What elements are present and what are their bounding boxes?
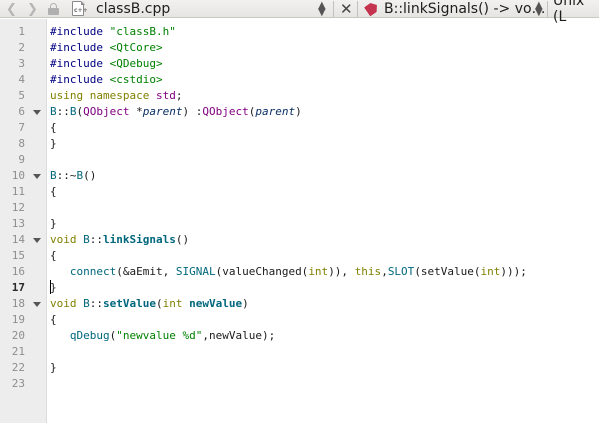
code-line[interactable]: }: [50, 280, 527, 296]
code-line[interactable]: [50, 344, 527, 360]
code-line[interactable]: void B::setValue(int newValue): [50, 296, 527, 312]
toolbar-separator: [547, 1, 548, 17]
code-line[interactable]: connect(&aEmit, SIGNAL(valueChanged(int)…: [50, 264, 527, 280]
toolbar-separator: [333, 1, 334, 17]
close-icon: ✕: [340, 0, 353, 18]
code-line[interactable]: #include <QDebug>: [50, 56, 527, 72]
line-ending-label: Unix (L: [553, 0, 585, 25]
code-line[interactable]: void B::linkSignals(): [50, 232, 527, 248]
toolbar-separator: [357, 1, 358, 17]
line-number: 8: [18, 137, 25, 150]
code-line[interactable]: #include <cstdio>: [50, 72, 527, 88]
line-number-current: 17: [11, 281, 25, 294]
symbol-navigation-combo[interactable]: B::linkSignals() -> vo…: [384, 0, 546, 18]
line-number: 4: [18, 73, 25, 86]
line-ending-combo[interactable]: Unix (L: [553, 0, 599, 25]
line-number: 9: [18, 153, 25, 166]
current-symbol-label: B::linkSignals() -> vo…: [384, 1, 546, 17]
fold-toggle-icon[interactable]: [33, 302, 41, 307]
code-line[interactable]: }: [50, 136, 527, 152]
chevron-updown-icon[interactable]: ▲ ▼: [318, 0, 326, 18]
line-number: 19: [11, 313, 25, 326]
code-line[interactable]: [50, 152, 527, 168]
code-line[interactable]: }: [50, 360, 527, 376]
line-number: 6: [18, 105, 25, 118]
line-number: 23: [11, 377, 25, 390]
editor-toolbar: ❮ ❯ c++ classB.cpp ▲ ▼ ✕ B::linkSignals()…: [0, 0, 599, 25]
code-line[interactable]: {: [50, 120, 527, 136]
code-line[interactable]: [50, 200, 527, 216]
cpp-file-icon: c++: [72, 1, 88, 17]
close-document-button[interactable]: ✕: [340, 0, 353, 18]
fold-toggle-icon[interactable]: [33, 238, 41, 243]
line-number: 21: [11, 345, 25, 358]
lock-icon[interactable]: [48, 3, 59, 15]
fold-toggle-icon[interactable]: [33, 110, 41, 115]
line-number: 22: [11, 361, 25, 374]
line-number: 2: [18, 41, 25, 54]
code-line[interactable]: {: [50, 248, 527, 264]
code-line[interactable]: qDebug("newvalue %d",newValue);: [50, 328, 527, 344]
text-cursor: [50, 280, 51, 294]
line-number: 14: [11, 233, 25, 246]
code-editor[interactable]: #include "classB.h" #include <QtCore> #inc…: [50, 24, 527, 392]
line-number: 13: [11, 217, 25, 230]
chevron-updown-icon[interactable]: ▲ ▼: [535, 0, 543, 18]
bookmark-icon: [366, 3, 378, 15]
line-number: 10: [11, 169, 25, 182]
code-line[interactable]: [50, 376, 527, 392]
line-number: 3: [18, 57, 25, 70]
chevron-left-icon[interactable]: ❮: [6, 0, 17, 18]
file-name: classB.cpp: [96, 1, 171, 17]
line-number: 1: [18, 25, 25, 38]
code-line[interactable]: }: [50, 216, 527, 232]
code-line[interactable]: #include "classB.h": [50, 24, 527, 40]
line-number: 20: [11, 329, 25, 342]
code-line[interactable]: #include <QtCore>: [50, 40, 527, 56]
code-line[interactable]: using namespace std;: [50, 88, 527, 104]
line-number: 7: [18, 121, 25, 134]
line-number: 16: [11, 265, 25, 278]
open-documents-combo[interactable]: classB.cpp: [96, 0, 170, 18]
code-line[interactable]: B::B(QObject *parent) :QObject(parent): [50, 104, 527, 120]
fold-toggle-icon[interactable]: [33, 174, 41, 179]
line-number: 15: [11, 249, 25, 262]
code-line[interactable]: {: [50, 184, 527, 200]
line-number: 12: [11, 201, 25, 214]
chevron-right-icon[interactable]: ❯: [27, 0, 38, 18]
line-number-gutter[interactable]: 1 2 3 4 5 6 7 8 9 10 11 12 13 14 15 16 1…: [0, 19, 47, 423]
code-line[interactable]: {: [50, 312, 527, 328]
line-number: 18: [11, 297, 25, 310]
line-number: 5: [18, 89, 25, 102]
code-line[interactable]: B::~B(): [50, 168, 527, 184]
line-number: 11: [11, 185, 25, 198]
